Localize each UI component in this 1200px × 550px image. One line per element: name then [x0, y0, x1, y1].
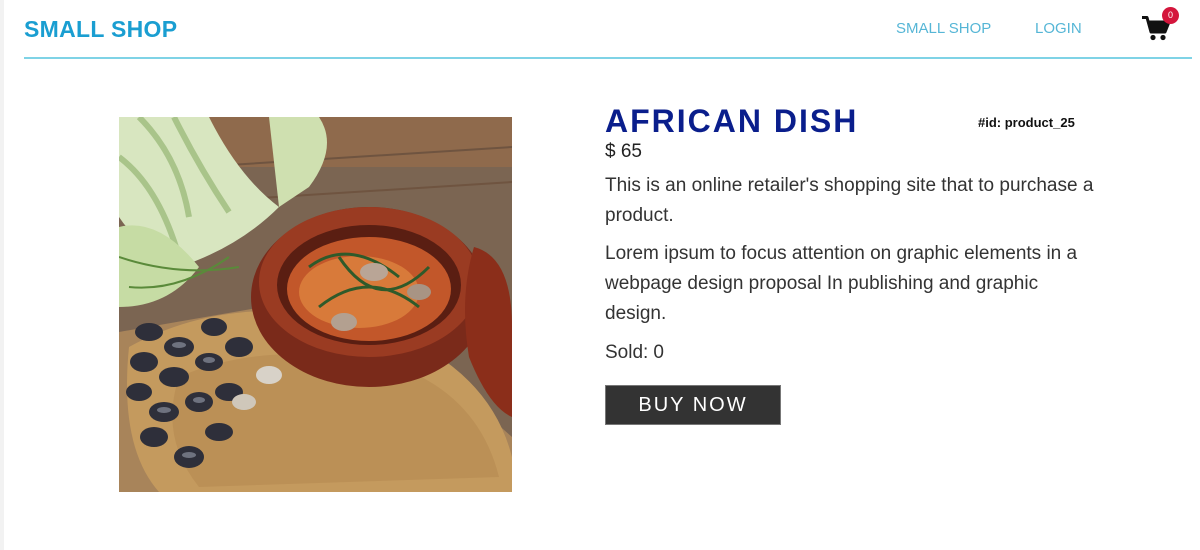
brand-logo[interactable]: SMALL SHOP	[24, 16, 177, 43]
sold-label: Sold:	[605, 342, 649, 363]
product-image	[119, 117, 512, 492]
buy-now-button[interactable]: BUY NOW	[605, 385, 781, 425]
nav-link-login[interactable]: LOGIN	[1035, 20, 1082, 37]
product-description-1: This is an online retailer's shopping si…	[605, 175, 1094, 226]
product-description-2: Lorem ipsum to focus attention on graphi…	[605, 243, 1078, 324]
nav-link-small-shop[interactable]: SMALL SHOP	[896, 20, 991, 37]
product-id: #id: product_25	[978, 115, 1075, 130]
product-price: $ 65	[605, 141, 642, 162]
sold-count: Sold: 0	[605, 342, 669, 364]
page-left-edge	[0, 0, 4, 550]
product-title: AFRICAN DISH	[605, 103, 859, 139]
sold-value: 0	[653, 342, 664, 363]
food-photo	[119, 117, 512, 492]
cart-count-badge: 0	[1162, 7, 1179, 24]
navbar: SMALL SHOP SMALL SHOP LOGIN 0	[24, 0, 1192, 59]
cart-button[interactable]: 0	[1142, 7, 1179, 41]
